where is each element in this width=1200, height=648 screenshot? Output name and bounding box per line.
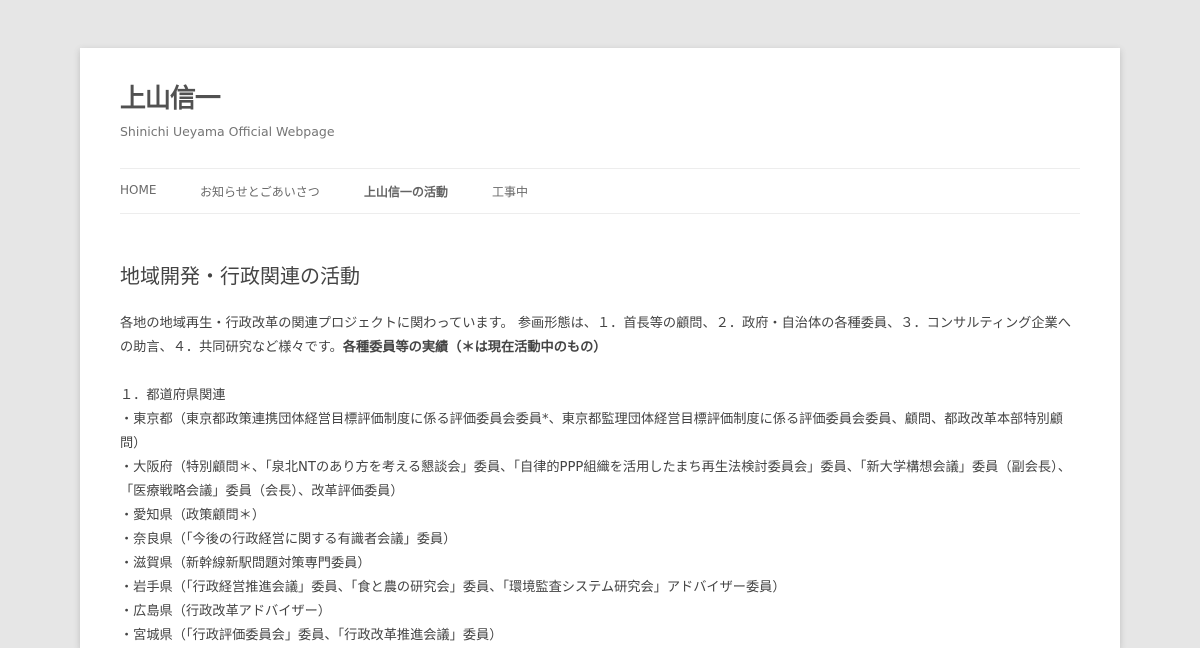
page-title: 地域開発・行政関連の活動 [120, 264, 360, 288]
nav-item-activities[interactable]: 上山信一の活動 [364, 183, 448, 200]
site-description: Shinichi Ueyama Official Webpage [120, 124, 335, 139]
list-item: ・滋賀県（新幹線新駅問題対策専門委員） [120, 556, 371, 571]
main-content: 地域開発・行政関連の活動 各地の地域再生・行政改革の関連プロジェクトに関わってい… [120, 260, 1082, 648]
list-item: ・愛知県（政策顧問＊） [120, 508, 266, 523]
page-container: 上山信一 Shinichi Ueyama Official Webpage HO… [80, 48, 1120, 648]
list-item: ・広島県（行政改革アドバイザー） [120, 604, 331, 619]
list-item: ・宮城県（「行政評価委員会」委員、「行政改革推進会議」委員） [120, 628, 503, 643]
list-item: ・東京都（東京都政策連携団体経営目標評価制度に係る評価委員会委員*、東京都監理団… [120, 412, 1063, 451]
section-heading: １．都道府県関連 [120, 388, 226, 403]
list-item: ・奈良県（「今後の行政経営に関する有識者会議」委員） [120, 532, 457, 547]
intro-paragraph: 各地の地域再生・行政改革の関連プロジェクトに関わっています。 参画形態は、１．首… [120, 312, 1082, 360]
list-item: ・大阪府（特別顧問＊、「泉北NTのあり方を考える懇談会」委員、「自律的PPP組織… [120, 460, 1071, 499]
intro-strong-text: 各種委員等の実績（＊は現在活動中のもの） [342, 340, 607, 355]
nav-item-home[interactable]: HOME [120, 183, 156, 197]
list-item: ・岩手県（「行政経営推進会議」委員、「食と農の研究会」委員、「環境監査システム研… [120, 580, 786, 595]
main-navigation: HOME お知らせとごあいさつ 上山信一の活動 工事中 [120, 168, 1080, 214]
nav-item-under-construction[interactable]: 工事中 [492, 183, 528, 200]
entry-body: 各地の地域再生・行政改革の関連プロジェクトに関わっています。 参画形態は、１．首… [120, 312, 1082, 648]
site-title[interactable]: 上山信一 [120, 78, 221, 115]
nav-item-news[interactable]: お知らせとごあいさつ [200, 183, 320, 200]
